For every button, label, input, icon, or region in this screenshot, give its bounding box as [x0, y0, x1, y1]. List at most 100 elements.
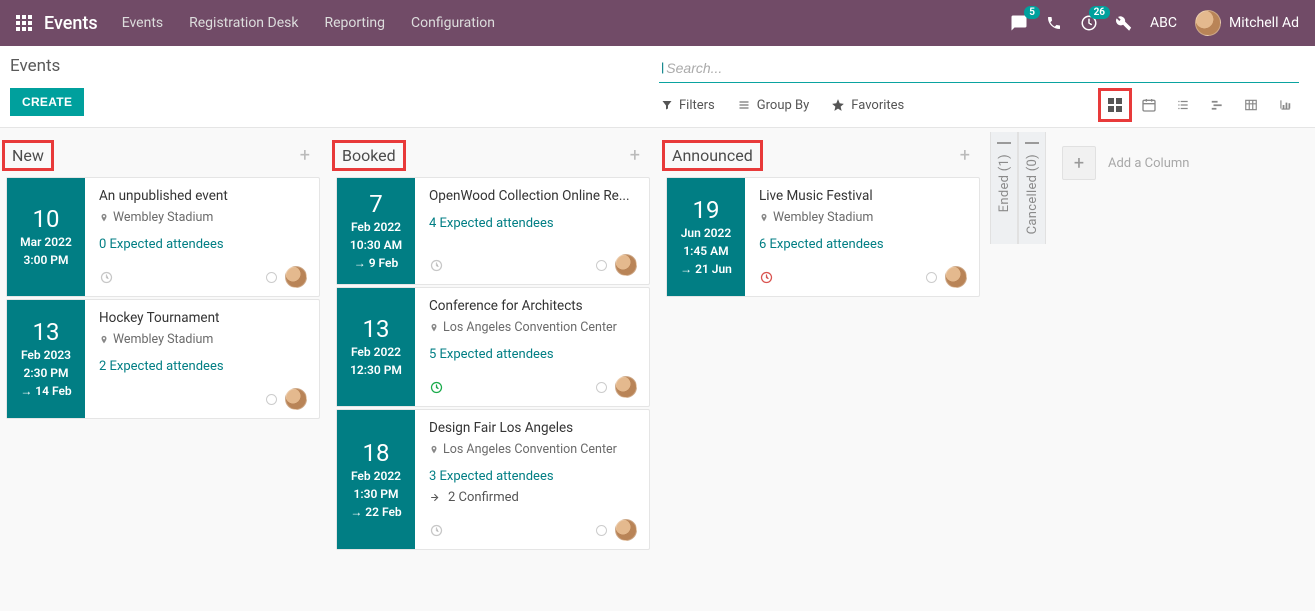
activity-indicator[interactable] [429, 523, 444, 538]
card-attendees[interactable]: 3 Expected attendees [429, 469, 637, 484]
groupby-button[interactable]: Group By [737, 98, 810, 113]
phone-icon[interactable] [1046, 15, 1062, 31]
card-body: An unpublished eventWembley Stadium0 Exp… [85, 178, 319, 296]
card-title: Design Fair Los Angeles [429, 420, 637, 436]
card-time: 1:30 PM [353, 487, 398, 501]
card-end: 9 Feb [354, 256, 399, 270]
assignee-avatar[interactable] [615, 376, 637, 398]
activity-indicator[interactable] [99, 270, 114, 285]
clock-icon [429, 258, 444, 273]
debug-icon[interactable] [1116, 15, 1132, 31]
card-day: 10 [33, 207, 60, 231]
view-pivot[interactable] [1239, 93, 1263, 117]
assignee-avatar[interactable] [945, 266, 967, 288]
view-calendar[interactable] [1137, 93, 1161, 117]
fold-handle-icon [997, 142, 1011, 144]
priority-dot[interactable] [266, 272, 277, 283]
column-quick-add[interactable]: + [954, 145, 976, 166]
pin-icon [429, 322, 439, 334]
kanban-board: New +10Mar 20223:00 PMAn unpublished even… [0, 128, 1315, 601]
page-title: Events [10, 56, 84, 76]
activities-button[interactable]: 26 [1080, 14, 1098, 32]
card-time: 1:45 AM [683, 244, 728, 258]
event-card[interactable]: 7Feb 202210:30 AM9 FebOpenWood Collectio… [336, 177, 650, 285]
add-column[interactable]: + Add a Column [1046, 132, 1205, 194]
card-body: Design Fair Los AngelesLos Angeles Conve… [415, 410, 649, 549]
apps-icon[interactable] [16, 15, 32, 31]
card-body: Hockey TournamentWembley Stadium2 Expect… [85, 300, 319, 418]
event-card[interactable]: 18Feb 20221:30 PM22 FebDesign Fair Los A… [336, 409, 650, 550]
priority-dot[interactable] [596, 525, 607, 536]
filters-button[interactable]: Filters [661, 98, 715, 113]
app-brand[interactable]: Events [44, 13, 98, 34]
card-title: Conference for Architects [429, 298, 637, 314]
event-card[interactable]: 19Jun 20221:45 AM21 JunLive Music Festiv… [666, 177, 980, 297]
column-quick-add[interactable]: + [294, 145, 316, 166]
search-input[interactable] [666, 60, 1297, 76]
priority-dot[interactable] [926, 272, 937, 283]
card-attendees[interactable]: 4 Expected attendees [429, 216, 637, 231]
top-nav: Events Events Registration Desk Reportin… [0, 0, 1315, 46]
card-attendees[interactable]: 6 Expected attendees [759, 237, 967, 252]
card-attendees[interactable]: 5 Expected attendees [429, 347, 637, 362]
view-graph[interactable] [1273, 93, 1297, 117]
activities-badge: 26 [1089, 6, 1110, 19]
top-menu: Events Registration Desk Reporting Confi… [122, 15, 495, 31]
column-title[interactable]: Announced [666, 144, 759, 167]
menu-registration-desk[interactable]: Registration Desk [189, 15, 298, 31]
view-list[interactable] [1171, 93, 1195, 117]
menu-events[interactable]: Events [122, 15, 163, 31]
clock-icon [429, 380, 444, 395]
card-day: 13 [363, 317, 390, 341]
card-attendees[interactable]: 0 Expected attendees [99, 237, 307, 252]
activity-indicator[interactable] [429, 258, 444, 273]
user-name: Mitchell Ad [1229, 15, 1299, 31]
user-menu[interactable]: Mitchell Ad [1195, 10, 1299, 36]
priority-dot[interactable] [596, 382, 607, 393]
folded-column[interactable]: Cancelled (0) [1018, 132, 1046, 244]
card-confirmed[interactable]: 2 Confirmed [429, 490, 637, 505]
column-title[interactable]: New [6, 144, 50, 167]
control-bar: Events CREATE | Filters Group By Favorit… [0, 46, 1315, 128]
card-date: 10Mar 20223:00 PM [7, 178, 85, 296]
folded-column[interactable]: Ended (1) [990, 132, 1018, 244]
card-month: Jun 2022 [681, 226, 732, 240]
event-card[interactable]: 13Feb 20232:30 PM14 FebHockey Tournament… [6, 299, 320, 419]
card-end: 21 Jun [680, 262, 732, 276]
clock-icon [429, 523, 444, 538]
card-body: Conference for ArchitectsLos Angeles Con… [415, 288, 649, 406]
column-quick-add[interactable]: + [624, 145, 646, 166]
favorites-button[interactable]: Favorites [831, 98, 904, 113]
event-card[interactable]: 13Feb 202212:30 PMConference for Archite… [336, 287, 650, 407]
event-card[interactable]: 10Mar 20223:00 PMAn unpublished eventWem… [6, 177, 320, 297]
priority-dot[interactable] [596, 260, 607, 271]
assignee-avatar[interactable] [615, 254, 637, 276]
messages-button[interactable]: 5 [1010, 14, 1028, 32]
topnav-right: 5 26 ABC Mitchell Ad [1010, 10, 1299, 36]
card-attendees[interactable]: 2 Expected attendees [99, 359, 307, 374]
assignee-avatar[interactable] [615, 519, 637, 541]
folded-label: Ended (1) [997, 154, 1012, 212]
column-header: Booked + [336, 132, 650, 177]
menu-configuration[interactable]: Configuration [411, 15, 495, 31]
assignee-avatar[interactable] [285, 266, 307, 288]
activity-indicator[interactable] [759, 270, 774, 285]
card-end: 14 Feb [20, 384, 71, 398]
company-switcher[interactable]: ABC [1150, 15, 1177, 31]
card-footer [99, 258, 307, 288]
view-kanban[interactable] [1103, 93, 1127, 117]
column-title[interactable]: Booked [336, 144, 402, 167]
card-footer [429, 368, 637, 398]
menu-reporting[interactable]: Reporting [324, 15, 385, 31]
create-button[interactable]: CREATE [10, 88, 84, 116]
activity-indicator[interactable] [429, 380, 444, 395]
priority-dot[interactable] [266, 394, 277, 405]
card-month: Feb 2023 [21, 348, 71, 362]
add-column-label: Add a Column [1108, 156, 1189, 171]
card-date: 7Feb 202210:30 AM9 Feb [337, 178, 415, 284]
card-date: 13Feb 20232:30 PM14 Feb [7, 300, 85, 418]
filters-label: Filters [679, 98, 715, 113]
card-footer [429, 511, 637, 541]
view-gantt[interactable] [1205, 93, 1229, 117]
assignee-avatar[interactable] [285, 388, 307, 410]
